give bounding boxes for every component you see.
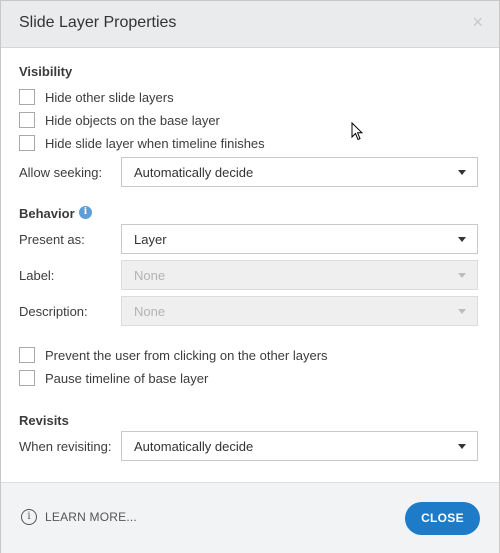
pause-base-timeline-label: Pause timeline of base layer xyxy=(45,370,209,386)
info-circle-icon: i xyxy=(21,509,37,525)
hide-other-layers-option[interactable]: Hide other slide layers xyxy=(19,88,174,106)
present-as-value: Layer xyxy=(134,231,167,247)
prevent-clicking-option[interactable]: Prevent the user from clicking on the ot… xyxy=(19,346,328,364)
hide-base-objects-option[interactable]: Hide objects on the base layer xyxy=(19,111,220,129)
when-revisiting-label: When revisiting: xyxy=(19,439,112,454)
hide-when-timeline-finishes-option[interactable]: Hide slide layer when timeline finishes xyxy=(19,134,265,152)
chevron-down-icon xyxy=(458,444,466,449)
hide-base-objects-label: Hide objects on the base layer xyxy=(45,112,220,128)
label-field-label: Label: xyxy=(19,268,55,283)
info-icon[interactable]: i xyxy=(79,206,92,219)
hide-other-layers-checkbox[interactable] xyxy=(19,89,35,105)
hide-base-objects-checkbox[interactable] xyxy=(19,112,35,128)
label-select: None xyxy=(121,260,478,290)
label-value: None xyxy=(134,267,166,283)
dialog-title: Slide Layer Properties xyxy=(19,14,177,31)
slide-layer-properties-dialog: Slide Layer Properties × Visibility Hide… xyxy=(0,0,500,553)
behavior-heading: Behavior xyxy=(19,206,75,221)
prevent-clicking-label: Prevent the user from clicking on the ot… xyxy=(45,347,328,363)
dialog-footer: i LEARN MORE... CLOSE xyxy=(1,482,499,553)
chevron-down-icon xyxy=(458,170,466,175)
allow-seeking-label: Allow seeking: xyxy=(19,165,103,180)
description-value: None xyxy=(134,303,166,319)
close-icon[interactable]: × xyxy=(472,12,483,33)
hide-when-timeline-finishes-label: Hide slide layer when timeline finishes xyxy=(45,135,265,151)
hide-when-timeline-finishes-checkbox[interactable] xyxy=(19,135,35,151)
when-revisiting-select[interactable]: Automatically decide xyxy=(121,431,478,461)
allow-seeking-value: Automatically decide xyxy=(134,164,254,180)
description-label: Description: xyxy=(19,304,88,319)
pause-base-timeline-option[interactable]: Pause timeline of base layer xyxy=(19,369,208,387)
chevron-down-icon xyxy=(458,237,466,242)
pause-base-timeline-checkbox[interactable] xyxy=(19,370,35,386)
mouse-pointer-icon xyxy=(351,122,363,141)
prevent-clicking-checkbox[interactable] xyxy=(19,347,35,363)
visibility-heading: Visibility xyxy=(19,64,73,79)
present-as-label: Present as: xyxy=(19,232,85,247)
chevron-down-icon xyxy=(458,309,466,314)
revisits-heading: Revisits xyxy=(19,413,69,428)
present-as-select[interactable]: Layer xyxy=(121,224,478,254)
hide-other-layers-label: Hide other slide layers xyxy=(45,89,174,105)
title-bar: Slide Layer Properties × xyxy=(1,1,499,48)
allow-seeking-select[interactable]: Automatically decide xyxy=(121,157,478,187)
description-select: None xyxy=(121,296,478,326)
chevron-down-icon xyxy=(458,273,466,278)
learn-more-link[interactable]: i LEARN MORE... xyxy=(21,509,137,525)
learn-more-label: LEARN MORE... xyxy=(45,510,137,524)
when-revisiting-value: Automatically decide xyxy=(134,438,254,454)
close-button[interactable]: CLOSE xyxy=(405,502,480,535)
